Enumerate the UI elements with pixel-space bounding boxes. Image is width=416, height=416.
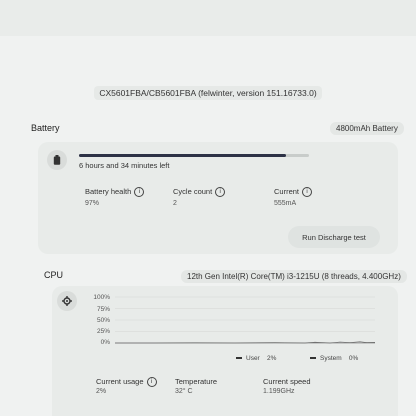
cpu-current-usage-label: Current usage i	[96, 377, 157, 388]
info-icon[interactable]: i	[146, 377, 157, 388]
battery-charge-track	[79, 154, 309, 157]
battery-icon	[53, 155, 61, 165]
battery-health-value: 97%	[85, 200, 100, 207]
battery-current-value: 555mA	[274, 200, 297, 207]
info-icon[interactable]: i	[215, 187, 226, 198]
device-model: CX5601FBA/CB5601FBA (felwinter, version …	[94, 86, 322, 100]
cpu-current-usage-value: 2%	[96, 388, 107, 395]
cpu-temperature-value: 32° C	[175, 388, 193, 395]
cpu-icon-circle	[57, 291, 77, 311]
user-series-swatch	[236, 357, 242, 360]
battery-current-label: Current i	[274, 187, 313, 198]
cpu-current-speed-label: Current speed	[263, 377, 311, 386]
cpu-y-tick-100: 100%	[93, 294, 110, 301]
cpu-y-tick-0: 0%	[100, 339, 110, 346]
run-discharge-test-button[interactable]: Run Discharge test	[288, 226, 380, 248]
battery-health-label: Battery health i	[85, 187, 145, 198]
cpu-gear-icon	[62, 296, 72, 306]
device-info: CX5601FBA/CB5601FBA (felwinter, version …	[0, 83, 416, 101]
cpu-y-tick-50: 50%	[96, 317, 110, 324]
cpu-usage-chart	[115, 296, 375, 344]
battery-card: 6 hours and 34 minutes left Battery heal…	[38, 142, 398, 254]
battery-time-left: 6 hours and 34 minutes left	[79, 161, 170, 170]
cpu-current-speed-value: 1.199GHz	[263, 388, 295, 395]
cpu-legend-system: System 0%	[310, 355, 358, 362]
cpu-section-title: CPU	[44, 270, 64, 280]
system-series-swatch	[310, 357, 316, 360]
cpu-model-badge: 12th Gen Intel(R) Core(TM) i3-1215U (8 t…	[181, 270, 407, 283]
cpu-legend-user: User 2%	[236, 355, 276, 362]
battery-charge-fill	[79, 154, 286, 157]
cpu-y-tick-75: 75%	[96, 306, 110, 313]
battery-section-title: Battery	[31, 123, 60, 133]
info-icon[interactable]: i	[302, 187, 313, 198]
cycle-count-label: Cycle count i	[173, 187, 226, 198]
battery-icon-circle	[47, 150, 67, 170]
cpu-y-tick-25: 25%	[96, 328, 110, 335]
cycle-count-value: 2	[173, 200, 177, 207]
top-bar	[0, 0, 416, 36]
battery-capacity-badge: 4800mAh Battery	[330, 122, 404, 135]
cpu-temperature-label: Temperature	[175, 377, 218, 386]
info-icon[interactable]: i	[134, 187, 145, 198]
